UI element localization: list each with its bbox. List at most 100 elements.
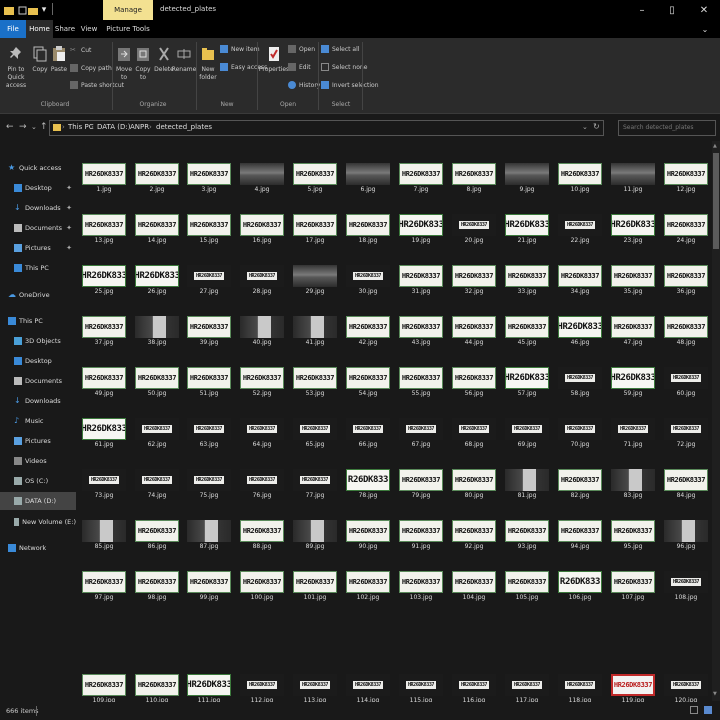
file-item[interactable]: HR26DK8337 91.jpg	[397, 510, 445, 556]
file-item[interactable]: HR26DK8337 31.jpg	[397, 255, 445, 301]
maximize-icon[interactable]: ▯	[658, 0, 686, 20]
rename-button[interactable]: Rename	[172, 44, 196, 74]
paste-button[interactable]: Paste	[50, 44, 68, 74]
tab-share[interactable]: Share	[53, 20, 77, 38]
sidebar-item-onedrive[interactable]: ☁ OneDrive	[0, 286, 76, 304]
file-item[interactable]: HR26DK8337 50.jpg	[133, 357, 181, 403]
file-item[interactable]: HR26DK833 26.jpg	[133, 255, 181, 301]
vertical-scrollbar[interactable]: ▲ ▼	[712, 141, 720, 701]
file-item[interactable]: HR26DK8337 51.jpg	[185, 357, 233, 403]
file-item[interactable]: HR26DK8337 28.jpg	[238, 255, 286, 301]
file-item[interactable]: HR26DK8337 60.jpg	[662, 357, 710, 403]
file-item[interactable]: HR26DK8337 104.jpg	[450, 561, 498, 607]
chevron-down-icon[interactable]: ▾	[38, 3, 50, 17]
sidebar-item-downloads-pc[interactable]: ↓ Downloads	[0, 392, 76, 410]
file-item[interactable]: HR26DK8337 80.jpg	[450, 459, 498, 505]
scroll-down-icon[interactable]: ▼	[713, 691, 717, 697]
file-item[interactable]: HR26DK8337 22.jpg	[556, 204, 604, 250]
file-item[interactable]: HR26DK8337 79.jpg	[397, 459, 445, 505]
file-item[interactable]: HR26DK8337 12.jpg	[662, 153, 710, 199]
file-item[interactable]: HR26DK8337 95.jpg	[609, 510, 657, 556]
file-item[interactable]: HR26DK8337 54.jpg	[344, 357, 392, 403]
file-item[interactable]: 9.jpg	[503, 153, 551, 199]
file-item[interactable]: HR26DK8337 68.jpg	[450, 408, 498, 454]
file-item[interactable]: 40.jpg	[238, 306, 286, 352]
file-item[interactable]: HR26DK8337 7.jpg	[397, 153, 445, 199]
properties-button[interactable]: Properties	[259, 44, 289, 74]
file-item[interactable]: HR26DK8337 48.jpg	[662, 306, 710, 352]
file-item[interactable]: HR26DK8337 65.jpg	[291, 408, 339, 454]
search-input[interactable]: Search detected_plates	[618, 120, 716, 136]
open-button[interactable]: Open	[288, 45, 315, 53]
file-item[interactable]: HR26DK8337 36.jpg	[662, 255, 710, 301]
file-item[interactable]: 38.jpg	[133, 306, 181, 352]
file-item[interactable]: 4.jpg	[238, 153, 286, 199]
file-item[interactable]: HR26DK8337 86.jpg	[133, 510, 181, 556]
file-item[interactable]: HR26DK8337 45.jpg	[503, 306, 551, 352]
file-item[interactable]: HR26DK8337 15.jpg	[185, 204, 233, 250]
select-all-button[interactable]: Select all	[321, 45, 359, 53]
file-item[interactable]: HR26DK8337 17.jpg	[291, 204, 339, 250]
file-item[interactable]: HR26DK8337 47.jpg	[609, 306, 657, 352]
close-icon[interactable]: ✕	[690, 0, 718, 20]
file-item[interactable]: HR26DK8337 20.jpg	[450, 204, 498, 250]
file-item[interactable]: HR26DK8337 97.jpg	[80, 561, 128, 607]
file-item[interactable]: HR26DK8337 101.jpg	[291, 561, 339, 607]
breadcrumb-this-pc[interactable]: This PC	[68, 123, 94, 131]
file-item[interactable]: HR26DK8337 30.jpg	[344, 255, 392, 301]
back-arrow-icon[interactable]: ←	[6, 122, 14, 132]
cut-button[interactable]: ✂ Cut	[70, 46, 91, 54]
sidebar-item-desktop-pc[interactable]: Desktop	[0, 352, 76, 370]
up-arrow-icon[interactable]: ↑	[40, 122, 48, 132]
file-item[interactable]: HR26DK8337 88.jpg	[238, 510, 286, 556]
file-item[interactable]: HR26DK8337 108.jpg	[662, 561, 710, 607]
file-item[interactable]: R26DK833 106.jpg	[556, 561, 604, 607]
file-item[interactable]: HR26DK8337 2.jpg	[133, 153, 181, 199]
sidebar-item-pictures[interactable]: Pictures ✦	[0, 239, 76, 257]
file-item[interactable]: HR26DK833 23.jpg	[609, 204, 657, 250]
file-item[interactable]: HR26DK8337 77.jpg	[291, 459, 339, 505]
tab-home[interactable]: Home	[26, 20, 53, 38]
sidebar-item-3d-objects[interactable]: 3D Objects	[0, 332, 76, 350]
scrollbar-thumb[interactable]	[713, 153, 719, 249]
file-item[interactable]: HR26DK8337 58.jpg	[556, 357, 604, 403]
file-item[interactable]: HR26DK8337 3.jpg	[185, 153, 233, 199]
copy-button[interactable]: Copy	[31, 44, 49, 74]
file-item[interactable]: HR26DK8337 42.jpg	[344, 306, 392, 352]
file-item[interactable]: HR26DK8337 99.jpg	[185, 561, 233, 607]
file-item[interactable]: HR26DK8337 67.jpg	[397, 408, 445, 454]
file-item[interactable]: HR26DK8337 84.jpg	[662, 459, 710, 505]
sidebar-item-pictures-pc[interactable]: Pictures	[0, 432, 76, 450]
file-item[interactable]: HR26DK8337 73.jpg	[80, 459, 128, 505]
file-item[interactable]: R26DK833 78.jpg	[344, 459, 392, 505]
file-item[interactable]: HR26DK8337 44.jpg	[450, 306, 498, 352]
file-item[interactable]: HR26DK8337 92.jpg	[450, 510, 498, 556]
pin-quick-access-button[interactable]: Pin to Quick access	[2, 44, 30, 90]
file-item[interactable]: HR26DK8337 14.jpg	[133, 204, 181, 250]
invert-selection-button[interactable]: Invert selection	[321, 81, 379, 89]
file-item[interactable]: HR26DK8337 93.jpg	[503, 510, 551, 556]
details-view-icon[interactable]	[690, 706, 698, 714]
large-icons-view-icon[interactable]	[704, 706, 712, 714]
file-item[interactable]: 41.jpg	[291, 306, 339, 352]
file-item[interactable]: HR26DK833 57.jpg	[503, 357, 551, 403]
file-item[interactable]: HR26DK8337 52.jpg	[238, 357, 286, 403]
file-item[interactable]: HR26DK833 46.jpg	[556, 306, 604, 352]
file-item[interactable]: HR26DK8337 102.jpg	[344, 561, 392, 607]
sidebar-item-documents-pc[interactable]: Documents	[0, 372, 76, 390]
file-item[interactable]: HR26DK833 21.jpg	[503, 204, 551, 250]
file-item[interactable]: HR26DK8337 49.jpg	[80, 357, 128, 403]
file-item[interactable]: HR26DK8337 10.jpg	[556, 153, 604, 199]
file-item[interactable]: HR26DK8337 105.jpg	[503, 561, 551, 607]
file-item[interactable]: 11.jpg	[609, 153, 657, 199]
file-item[interactable]: HR26DK8337 16.jpg	[238, 204, 286, 250]
history-button[interactable]: History	[288, 81, 320, 89]
file-item[interactable]: HR26DK8337 8.jpg	[450, 153, 498, 199]
file-item[interactable]: HR26DK8337 43.jpg	[397, 306, 445, 352]
file-item[interactable]: 83.jpg	[609, 459, 657, 505]
file-item[interactable]: HR26DK8337 75.jpg	[185, 459, 233, 505]
file-item[interactable]: HR26DK8337 74.jpg	[133, 459, 181, 505]
sidebar-item-this-pc-quick[interactable]: This PC	[0, 259, 76, 277]
file-item[interactable]: HR26DK8337 27.jpg	[185, 255, 233, 301]
file-item[interactable]: HR26DK8337 34.jpg	[556, 255, 604, 301]
